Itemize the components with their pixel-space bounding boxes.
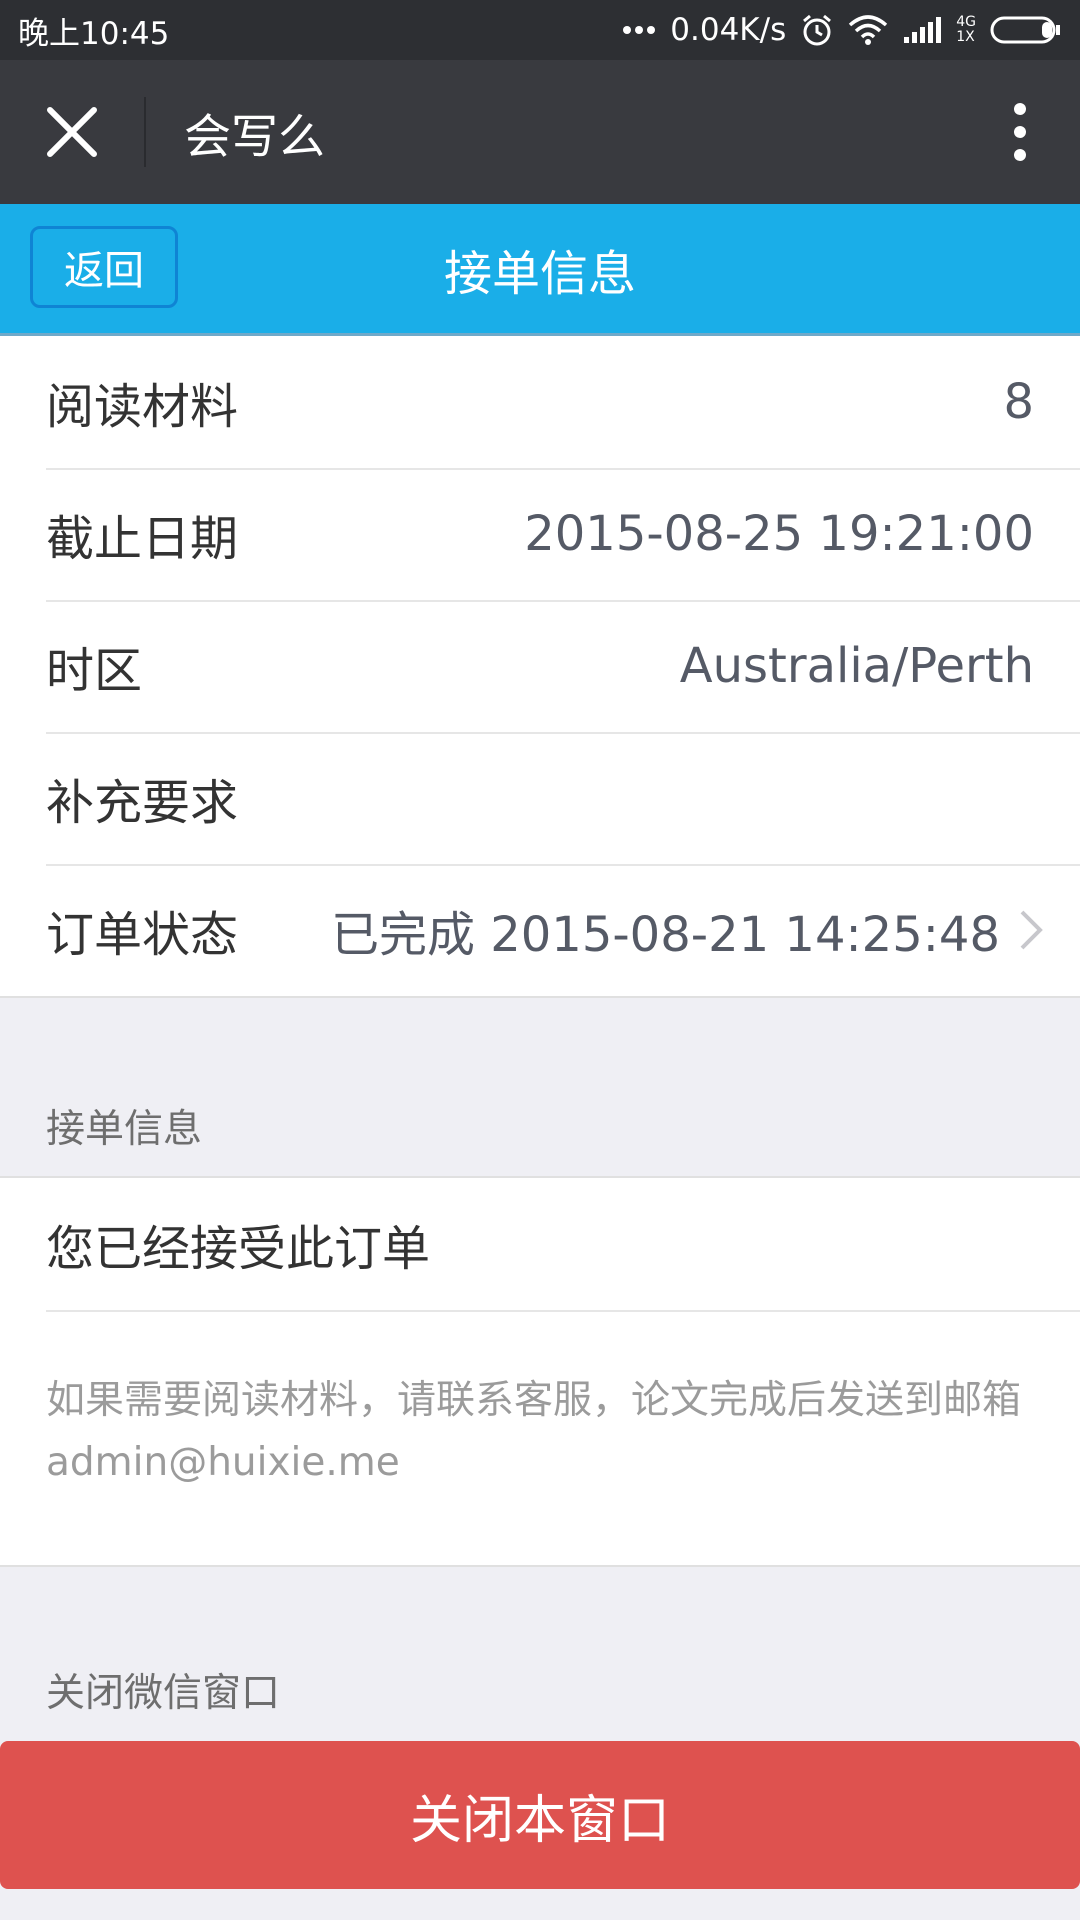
detail-row-order-status[interactable]: 订单状态 已完成 2015-08-21 14:25:48 [0, 864, 1080, 996]
accept-status-row: 您已经接受此订单 [0, 1178, 1080, 1310]
more-vertical-icon [1014, 103, 1026, 161]
network-type-label: 4G 1X [956, 14, 976, 45]
row-label: 时区 [46, 643, 143, 699]
row-label: 订单状态 [46, 907, 239, 963]
signal-icon [902, 15, 942, 45]
row-label: 补充要求 [46, 775, 239, 831]
row-value: Australia/Perth [679, 638, 1034, 694]
network-speed: 0.04K/s [670, 12, 787, 48]
wifi-icon [848, 14, 888, 46]
back-button[interactable]: 返回 [30, 226, 178, 308]
more-menu-button[interactable] [960, 60, 1080, 204]
title-divider [144, 97, 146, 167]
row-value: 8 [1003, 374, 1034, 430]
accept-note: 如果需要阅读材料，请联系客服，论文完成后发送到邮箱admin@huixie.me [0, 1310, 1080, 1565]
accept-section-header: 接单信息 [46, 1107, 203, 1152]
close-button[interactable] [0, 60, 144, 204]
close-window-button[interactable]: 关闭本窗口 [0, 1741, 1080, 1889]
title-bar: 会写么 [0, 60, 1080, 204]
chevron-right-icon [1018, 908, 1044, 952]
detail-row-timezone: 时区 Australia/Perth [0, 600, 1080, 732]
order-detail-list: 阅读材料 8 截止日期 2015-08-25 19:21:00 时区 Austr… [0, 336, 1080, 998]
battery-icon [990, 15, 1062, 45]
alarm-icon [800, 13, 834, 47]
detail-row-deadline: 截止日期 2015-08-25 19:21:00 [0, 468, 1080, 600]
status-time: 晚上10:45 [18, 15, 170, 52]
nav-bar: 接单信息 返回 [0, 204, 1080, 336]
status-indicators: 0.04K/s 4G 1X [622, 12, 1062, 48]
close-section-header: 关闭微信窗口 [46, 1671, 281, 1716]
accept-status-text: 您已经接受此订单 [46, 1221, 431, 1277]
close-icon [47, 107, 97, 157]
accept-info-list: 您已经接受此订单 如果需要阅读材料，请联系客服，论文完成后发送到邮箱admin@… [0, 1176, 1080, 1567]
status-bar: 晚上10:45 0.04K/s 4G 1X [0, 0, 1080, 60]
row-value: 2015-08-25 19:21:00 [524, 506, 1034, 562]
row-label: 截止日期 [46, 511, 239, 567]
detail-row-extra-requirements: 补充要求 [0, 732, 1080, 864]
app-title: 会写么 [184, 109, 325, 165]
row-label: 阅读材料 [46, 379, 239, 435]
row-value: 已完成 2015-08-21 14:25:48 [330, 907, 1000, 963]
detail-row-reading-material: 阅读材料 8 [0, 336, 1080, 468]
more-dots-icon [622, 25, 656, 35]
